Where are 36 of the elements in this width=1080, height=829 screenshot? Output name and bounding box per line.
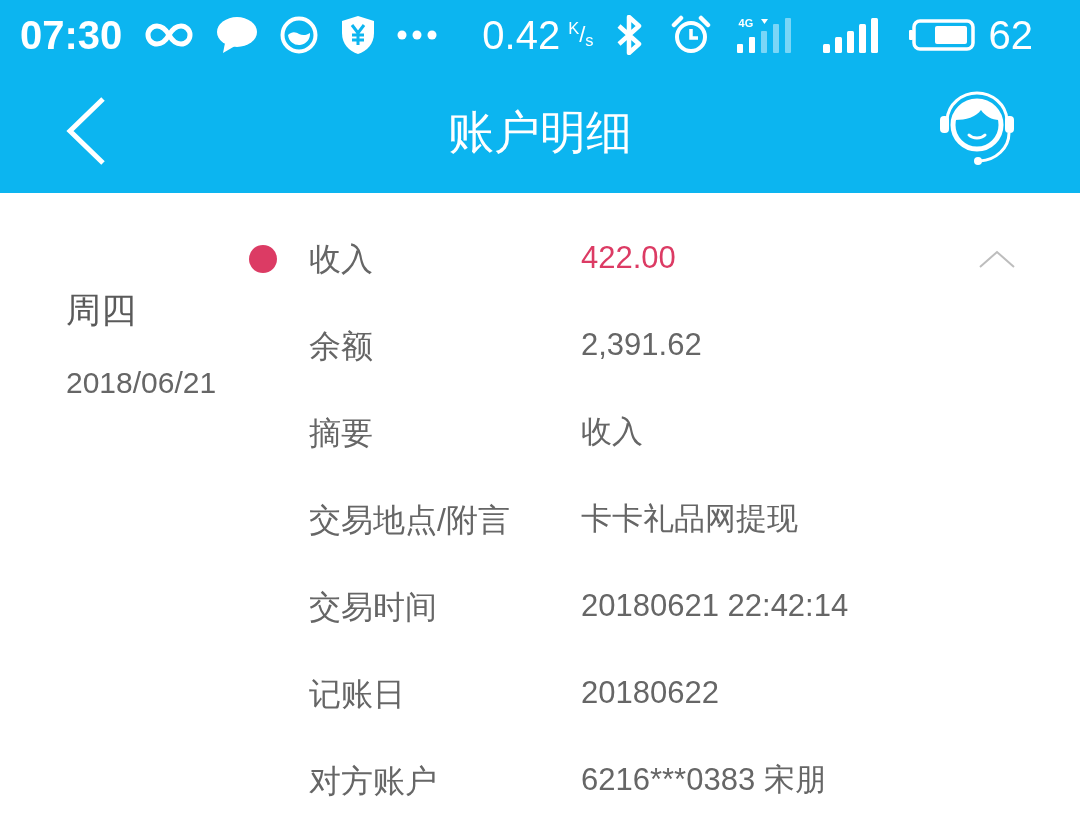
speed-unit: $^{K}$/$_{s}$ bbox=[568, 24, 594, 46]
headset-avatar-icon bbox=[938, 90, 1016, 166]
wave-circle-icon bbox=[280, 16, 319, 54]
field-label: 对方账户 bbox=[309, 764, 438, 797]
field-value: 20180622 bbox=[581, 675, 719, 710]
field-value: 2,391.62 bbox=[581, 327, 702, 362]
more-dots-icon bbox=[397, 30, 438, 40]
field-label: 交易地点/附言 bbox=[309, 503, 511, 536]
weekday-label: 周四 bbox=[66, 290, 136, 330]
transaction-date: 2018/06/21 bbox=[66, 366, 217, 400]
signal-bars-icon bbox=[822, 17, 881, 53]
chevron-left-icon bbox=[66, 96, 106, 166]
chat-bubble-icon bbox=[217, 16, 258, 54]
field-value: 6216***0383 宋朋 bbox=[581, 762, 826, 797]
amount-value: 422.00 bbox=[581, 240, 676, 275]
field-label: 余额 bbox=[309, 329, 374, 362]
chevron-up-icon bbox=[979, 249, 1015, 268]
alarm-clock-icon bbox=[670, 15, 711, 55]
field-value: 20180621 22:42:14 bbox=[581, 588, 849, 623]
field-label: 收入 bbox=[309, 242, 374, 275]
battery-percentage: 62 bbox=[988, 15, 1034, 55]
field-label: 交易时间 bbox=[309, 590, 438, 623]
field-value: 收入 bbox=[581, 414, 643, 449]
mobile-signal-icon bbox=[736, 17, 793, 53]
field-label: 记账日 bbox=[309, 677, 406, 710]
field-label: 摘要 bbox=[309, 416, 374, 449]
shield-yen-icon bbox=[341, 15, 376, 55]
page-title: 账户明细 bbox=[448, 108, 632, 155]
infinity-icon bbox=[145, 22, 194, 48]
network-type-label: 4G bbox=[738, 18, 754, 29]
field-value: 卡卡礼品网提现 bbox=[581, 501, 798, 536]
battery-icon bbox=[908, 19, 975, 51]
clock-time: 07:30 bbox=[20, 15, 123, 55]
network-speed: 0.42 bbox=[482, 15, 561, 55]
customer-service-button[interactable] bbox=[938, 90, 1016, 166]
collapse-toggle[interactable] bbox=[979, 249, 1015, 268]
